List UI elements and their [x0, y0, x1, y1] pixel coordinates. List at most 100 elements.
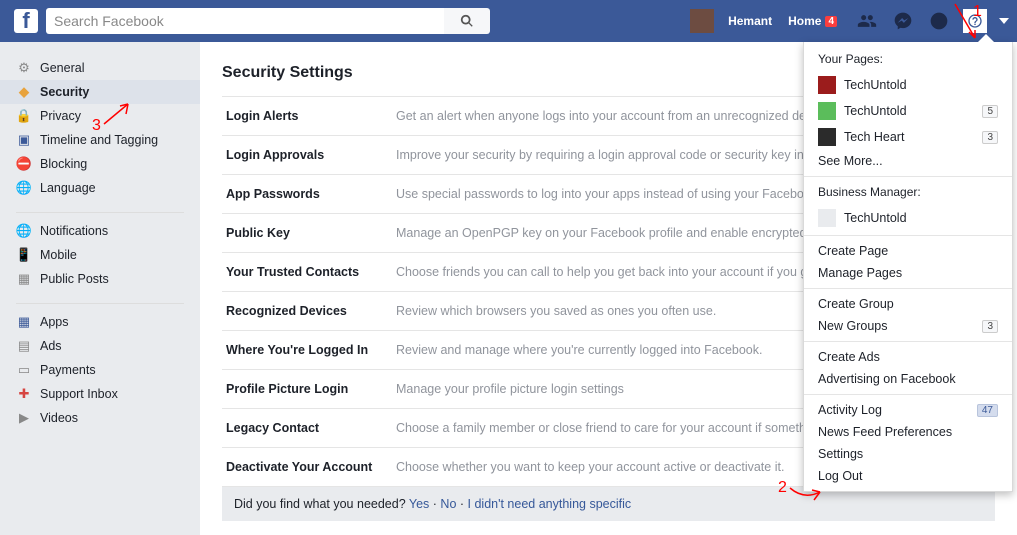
sidebar-item-label: Privacy — [40, 109, 81, 123]
avatar[interactable] — [690, 9, 714, 33]
dd-bm-label: Business Manager: — [804, 181, 1012, 205]
public-posts-icon: ▦ — [16, 271, 32, 287]
dd-count-badge: 5 — [982, 105, 998, 118]
sidebar-item-security[interactable]: ◆Security — [0, 80, 200, 104]
page-thumb-icon — [818, 209, 836, 227]
settings-row-label: Login Alerts — [226, 109, 396, 123]
topbar-right: Hemant Home 4 — [690, 9, 1009, 33]
sidebar-item-label: Payments — [40, 363, 96, 377]
profile-name: Hemant — [728, 14, 772, 28]
sidebar-item-label: General — [40, 61, 84, 75]
sidebar-item-apps[interactable]: ▦Apps — [0, 310, 200, 334]
dd-count-badge: 3 — [982, 131, 998, 144]
settings-row-label: Public Key — [226, 226, 396, 240]
dd-item-new-groups[interactable]: New Groups3 — [804, 315, 1012, 337]
sidebar-item-support-inbox[interactable]: ✚Support Inbox — [0, 382, 200, 406]
settings-row-label: App Passwords — [226, 187, 396, 201]
feedback-na[interactable]: I didn't need anything specific — [468, 497, 632, 511]
sidebar-item-mobile[interactable]: 📱Mobile — [0, 243, 200, 267]
dd-item-create-ads[interactable]: Create Ads — [804, 346, 1012, 368]
dd-see-more[interactable]: See More... — [804, 150, 1012, 172]
payments-icon: ▭ — [16, 362, 32, 378]
dd-item-label: Log Out — [818, 469, 862, 483]
dd-item-create-group[interactable]: Create Group — [804, 293, 1012, 315]
dd-separator — [804, 341, 1012, 342]
messages-icon[interactable] — [893, 11, 913, 31]
dd-item-advertising-on-facebook[interactable]: Advertising on Facebook — [804, 368, 1012, 390]
sidebar-item-label: Security — [40, 85, 89, 99]
dd-item-label: TechUntold — [844, 104, 907, 118]
account-menu-toggle[interactable] — [999, 18, 1009, 24]
dd-item-label: Tech Heart — [844, 130, 904, 144]
facebook-logo[interactable]: f — [14, 9, 38, 33]
ads-icon: ▤ — [16, 338, 32, 354]
dd-item-settings[interactable]: Settings — [804, 443, 1012, 465]
sidebar-item-general[interactable]: ⚙General — [0, 56, 200, 80]
sidebar-item-label: Timeline and Tagging — [40, 133, 158, 147]
friend-requests-icon[interactable] — [857, 11, 877, 31]
sidebar-item-public-posts[interactable]: ▦Public Posts — [0, 267, 200, 291]
dd-item-label: New Groups — [818, 319, 887, 333]
settings-row-label: Profile Picture Login — [226, 382, 396, 396]
dd-item-label: News Feed Preferences — [818, 425, 952, 439]
dd-item-techuntold[interactable]: TechUntold — [804, 205, 1012, 231]
support-inbox-icon: ✚ — [16, 386, 32, 402]
feedback-no[interactable]: No — [440, 497, 456, 511]
top-icons — [857, 11, 949, 31]
dd-item-tech-heart[interactable]: Tech Heart 3 — [804, 124, 1012, 150]
dd-item-manage-pages[interactable]: Manage Pages — [804, 262, 1012, 284]
sidebar-item-label: Mobile — [40, 248, 77, 262]
dd-item-label: TechUntold — [844, 211, 907, 225]
sidebar-item-ads[interactable]: ▤ Ads — [0, 334, 200, 358]
sidebar-item-notifications[interactable]: 🌐 Notifications — [0, 219, 200, 243]
notifications-icon[interactable] — [929, 11, 949, 31]
search-input[interactable] — [46, 8, 444, 34]
dd-separator — [804, 394, 1012, 395]
sidebar-item-language[interactable]: 🌐Language — [0, 176, 200, 200]
sidebar-item-timeline-and-tagging[interactable]: ▣ Timeline and Tagging — [0, 128, 200, 152]
search-button[interactable] — [444, 8, 490, 34]
account-dropdown: Your Pages: TechUntoldTechUntold5Tech He… — [803, 42, 1013, 492]
page-thumb-icon — [818, 102, 836, 120]
dd-item-label: Settings — [818, 447, 863, 461]
settings-row-label: Deactivate Your Account — [226, 460, 396, 474]
sidebar-item-videos[interactable]: ▶Videos — [0, 406, 200, 430]
notifications-icon: 🌐 — [16, 223, 32, 239]
feedback-yes[interactable]: Yes — [409, 497, 429, 511]
feedback-bar: Did you find what you needed? Yes · No ·… — [222, 487, 995, 521]
dd-item-create-page[interactable]: Create Page — [804, 240, 1012, 262]
feedback-text: Did you find what you needed? — [234, 497, 409, 511]
page-thumb-icon — [818, 128, 836, 146]
settings-row-label: Your Trusted Contacts — [226, 265, 396, 279]
videos-icon: ▶ — [16, 410, 32, 426]
sidebar-item-label: Notifications — [40, 224, 108, 238]
dd-item-techuntold[interactable]: TechUntold 5 — [804, 98, 1012, 124]
sidebar-item-blocking[interactable]: ⛔ Blocking — [0, 152, 200, 176]
sidebar-item-label: Apps — [40, 315, 69, 329]
sidebar-item-label: Ads — [40, 339, 62, 353]
search-icon — [460, 14, 474, 28]
sidebar-item-label: Language — [40, 181, 96, 195]
settings-row-label: Where You're Logged In — [226, 343, 396, 357]
home-link[interactable]: Home 4 — [780, 14, 845, 28]
dd-item-label: TechUntold — [844, 78, 907, 92]
question-icon — [967, 13, 983, 29]
sidebar-item-payments[interactable]: ▭ Payments — [0, 358, 200, 382]
help-icon[interactable] — [963, 9, 987, 33]
dd-item-activity-log[interactable]: Activity Log47 — [804, 399, 1012, 421]
dd-item-label: Manage Pages — [818, 266, 902, 280]
blocking-icon: ⛔ — [16, 156, 32, 172]
dd-item-label: Create Ads — [818, 350, 880, 364]
timeline-and-tagging-icon: ▣ — [16, 132, 32, 148]
dd-count-badge: 47 — [977, 404, 998, 417]
dd-item-techuntold[interactable]: TechUntold — [804, 72, 1012, 98]
dd-item-log-out[interactable]: Log Out — [804, 465, 1012, 487]
settings-row-label: Login Approvals — [226, 148, 396, 162]
dd-item-news-feed-preferences[interactable]: News Feed Preferences — [804, 421, 1012, 443]
profile-link[interactable]: Hemant — [720, 14, 780, 28]
dd-separator — [804, 235, 1012, 236]
sidebar-item-privacy[interactable]: 🔒Privacy — [0, 104, 200, 128]
page-thumb-icon — [818, 76, 836, 94]
sidebar-item-label: Blocking — [40, 157, 87, 171]
home-badge: 4 — [825, 16, 837, 27]
